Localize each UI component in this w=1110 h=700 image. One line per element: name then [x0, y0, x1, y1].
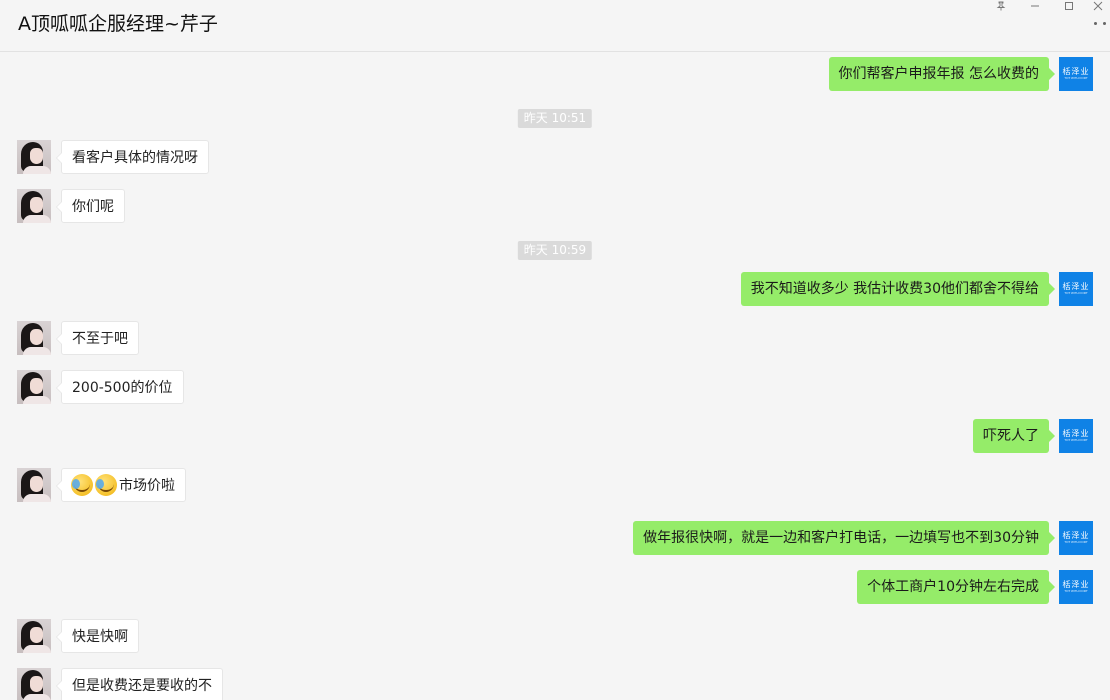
message-received: 你们呢 — [17, 189, 1093, 223]
close-icon[interactable] — [1086, 0, 1110, 12]
message-received: 不至于吧 — [17, 321, 1093, 355]
avatar-brand-text: 栝泽业 — [1062, 531, 1090, 540]
contact-avatar[interactable] — [17, 668, 51, 700]
timestamp-label: 昨天 10:59 — [517, 241, 593, 260]
message-bubble[interactable]: 快是快啊 — [56, 619, 139, 653]
message-received: 但是收费还是要收的不 — [17, 668, 1093, 700]
message-text: 但是收费还是要收的不 — [72, 678, 212, 694]
contact-avatar[interactable] — [17, 370, 51, 404]
chat-message-area[interactable]: 栝泽业 TOT WITH FORT 你们帮客户申报年报 怎么收费的 昨天 10:51 看… — [0, 53, 1110, 700]
avatar-brand-subtext: TOT WITH FORT — [1064, 589, 1088, 593]
message-received: 市场价啦 — [17, 468, 1093, 502]
message-bubble[interactable]: 你们帮客户申报年报 怎么收费的 — [828, 57, 1056, 91]
message-text: 看客户具体的情况呀 — [72, 150, 198, 166]
message-text: 200-500的价位 — [72, 380, 173, 396]
self-avatar[interactable]: 栝泽业 TOT WITH FORT — [1059, 419, 1093, 453]
message-sent: 栝泽业 TOT WITH FORT 你们帮客户申报年报 怎么收费的 — [17, 57, 1093, 91]
contact-avatar[interactable] — [17, 468, 51, 502]
message-bubble[interactable]: 你们呢 — [56, 189, 125, 223]
laugh-cry-emoji-icon — [71, 474, 93, 496]
message-bubble[interactable]: 不至于吧 — [56, 321, 139, 355]
message-bubble[interactable]: 吓死人了 — [973, 419, 1055, 453]
message-sent: 栝泽业 TOT WITH FORT 个体工商户10分钟左右完成 — [17, 570, 1093, 604]
self-avatar[interactable]: 栝泽业 TOT WITH FORT — [1059, 521, 1093, 555]
message-text: 我不知道收多少 我估计收费30他们都舍不得给 — [750, 281, 1039, 297]
message-text: 你们帮客户申报年报 怎么收费的 — [838, 66, 1039, 82]
message-received: 200-500的价位 — [17, 370, 1093, 404]
message-bubble[interactable]: 做年报很快啊，就是一边和客户打电话，一边填写也不到30分钟 — [633, 521, 1055, 555]
more-options-icon[interactable] — [1094, 22, 1106, 28]
self-avatar[interactable]: 栝泽业 TOT WITH FORT — [1059, 570, 1093, 604]
avatar-brand-text: 栝泽业 — [1062, 67, 1090, 76]
message-text: 快是快啊 — [72, 629, 128, 645]
avatar-brand-subtext: TOT WITH FORT — [1064, 540, 1088, 544]
self-avatar[interactable]: 栝泽业 TOT WITH FORT — [1059, 272, 1093, 306]
message-bubble[interactable]: 但是收费还是要收的不 — [56, 668, 223, 700]
message-sent: 栝泽业 TOT WITH FORT 做年报很快啊，就是一边和客户打电话，一边填写也不… — [17, 521, 1093, 555]
maximize-icon[interactable] — [1052, 0, 1086, 12]
contact-avatar[interactable] — [17, 189, 51, 223]
message-received: 快是快啊 — [17, 619, 1093, 653]
message-bubble[interactable]: 个体工商户10分钟左右完成 — [857, 570, 1055, 604]
contact-avatar[interactable] — [17, 321, 51, 355]
contact-avatar[interactable] — [17, 140, 51, 174]
message-text: 做年报很快啊，就是一边和客户打电话，一边填写也不到30分钟 — [643, 530, 1039, 546]
avatar-brand-text: 栝泽业 — [1062, 282, 1090, 291]
avatar-brand-subtext: TOT WITH FORT — [1064, 438, 1088, 442]
laugh-cry-emoji-icon — [95, 474, 117, 496]
avatar-brand-subtext: TOT WITH FORT — [1064, 76, 1088, 80]
message-bubble[interactable]: 我不知道收多少 我估计收费30他们都舍不得给 — [740, 272, 1056, 306]
message-text: 个体工商户10分钟左右完成 — [867, 579, 1039, 595]
message-sent: 栝泽业 TOT WITH FORT 我不知道收多少 我估计收费30他们都舍不得给 — [17, 272, 1093, 306]
message-text: 市场价啦 — [119, 478, 175, 494]
message-received: 看客户具体的情况呀 — [17, 140, 1093, 174]
avatar-brand-text: 栝泽业 — [1062, 580, 1090, 589]
message-bubble[interactable]: 看客户具体的情况呀 — [56, 140, 209, 174]
self-avatar[interactable]: 栝泽业 TOT WITH FORT — [1059, 57, 1093, 91]
timestamp-label: 昨天 10:51 — [517, 109, 593, 128]
pin-icon[interactable] — [984, 0, 1018, 12]
message-text: 吓死人了 — [983, 428, 1039, 444]
window-controls — [984, 0, 1110, 12]
chat-title: A顶呱呱企服经理~芹子 — [18, 13, 218, 35]
contact-avatar[interactable] — [17, 619, 51, 653]
message-text: 你们呢 — [72, 199, 114, 215]
message-text: 不至于吧 — [72, 331, 128, 347]
avatar-brand-text: 栝泽业 — [1062, 429, 1090, 438]
avatar-brand-subtext: TOT WITH FORT — [1064, 291, 1088, 295]
minimize-icon[interactable] — [1018, 0, 1052, 12]
message-sent: 栝泽业 TOT WITH FORT 吓死人了 — [17, 419, 1093, 453]
message-bubble[interactable]: 市场价啦 — [56, 468, 186, 502]
message-bubble[interactable]: 200-500的价位 — [56, 370, 184, 404]
chat-header: A顶呱呱企服经理~芹子 — [0, 0, 1110, 52]
